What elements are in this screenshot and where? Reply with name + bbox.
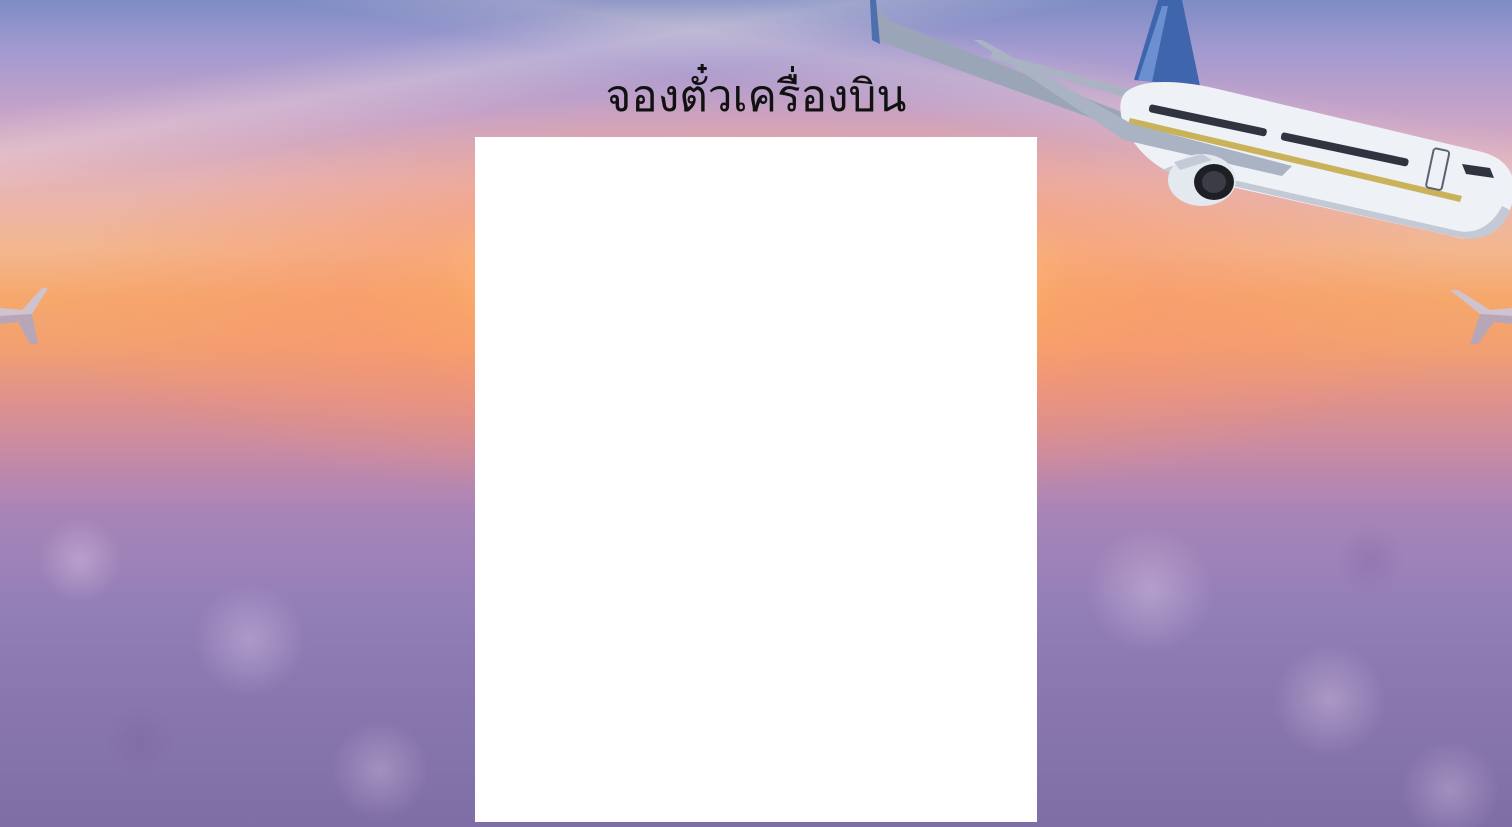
left-wingtip-icon <box>0 288 48 344</box>
booking-page: จองตั๋วเครื่องบิน <box>0 0 1512 827</box>
airplane-icon <box>870 0 1512 239</box>
right-wingtip-icon <box>1450 290 1512 344</box>
